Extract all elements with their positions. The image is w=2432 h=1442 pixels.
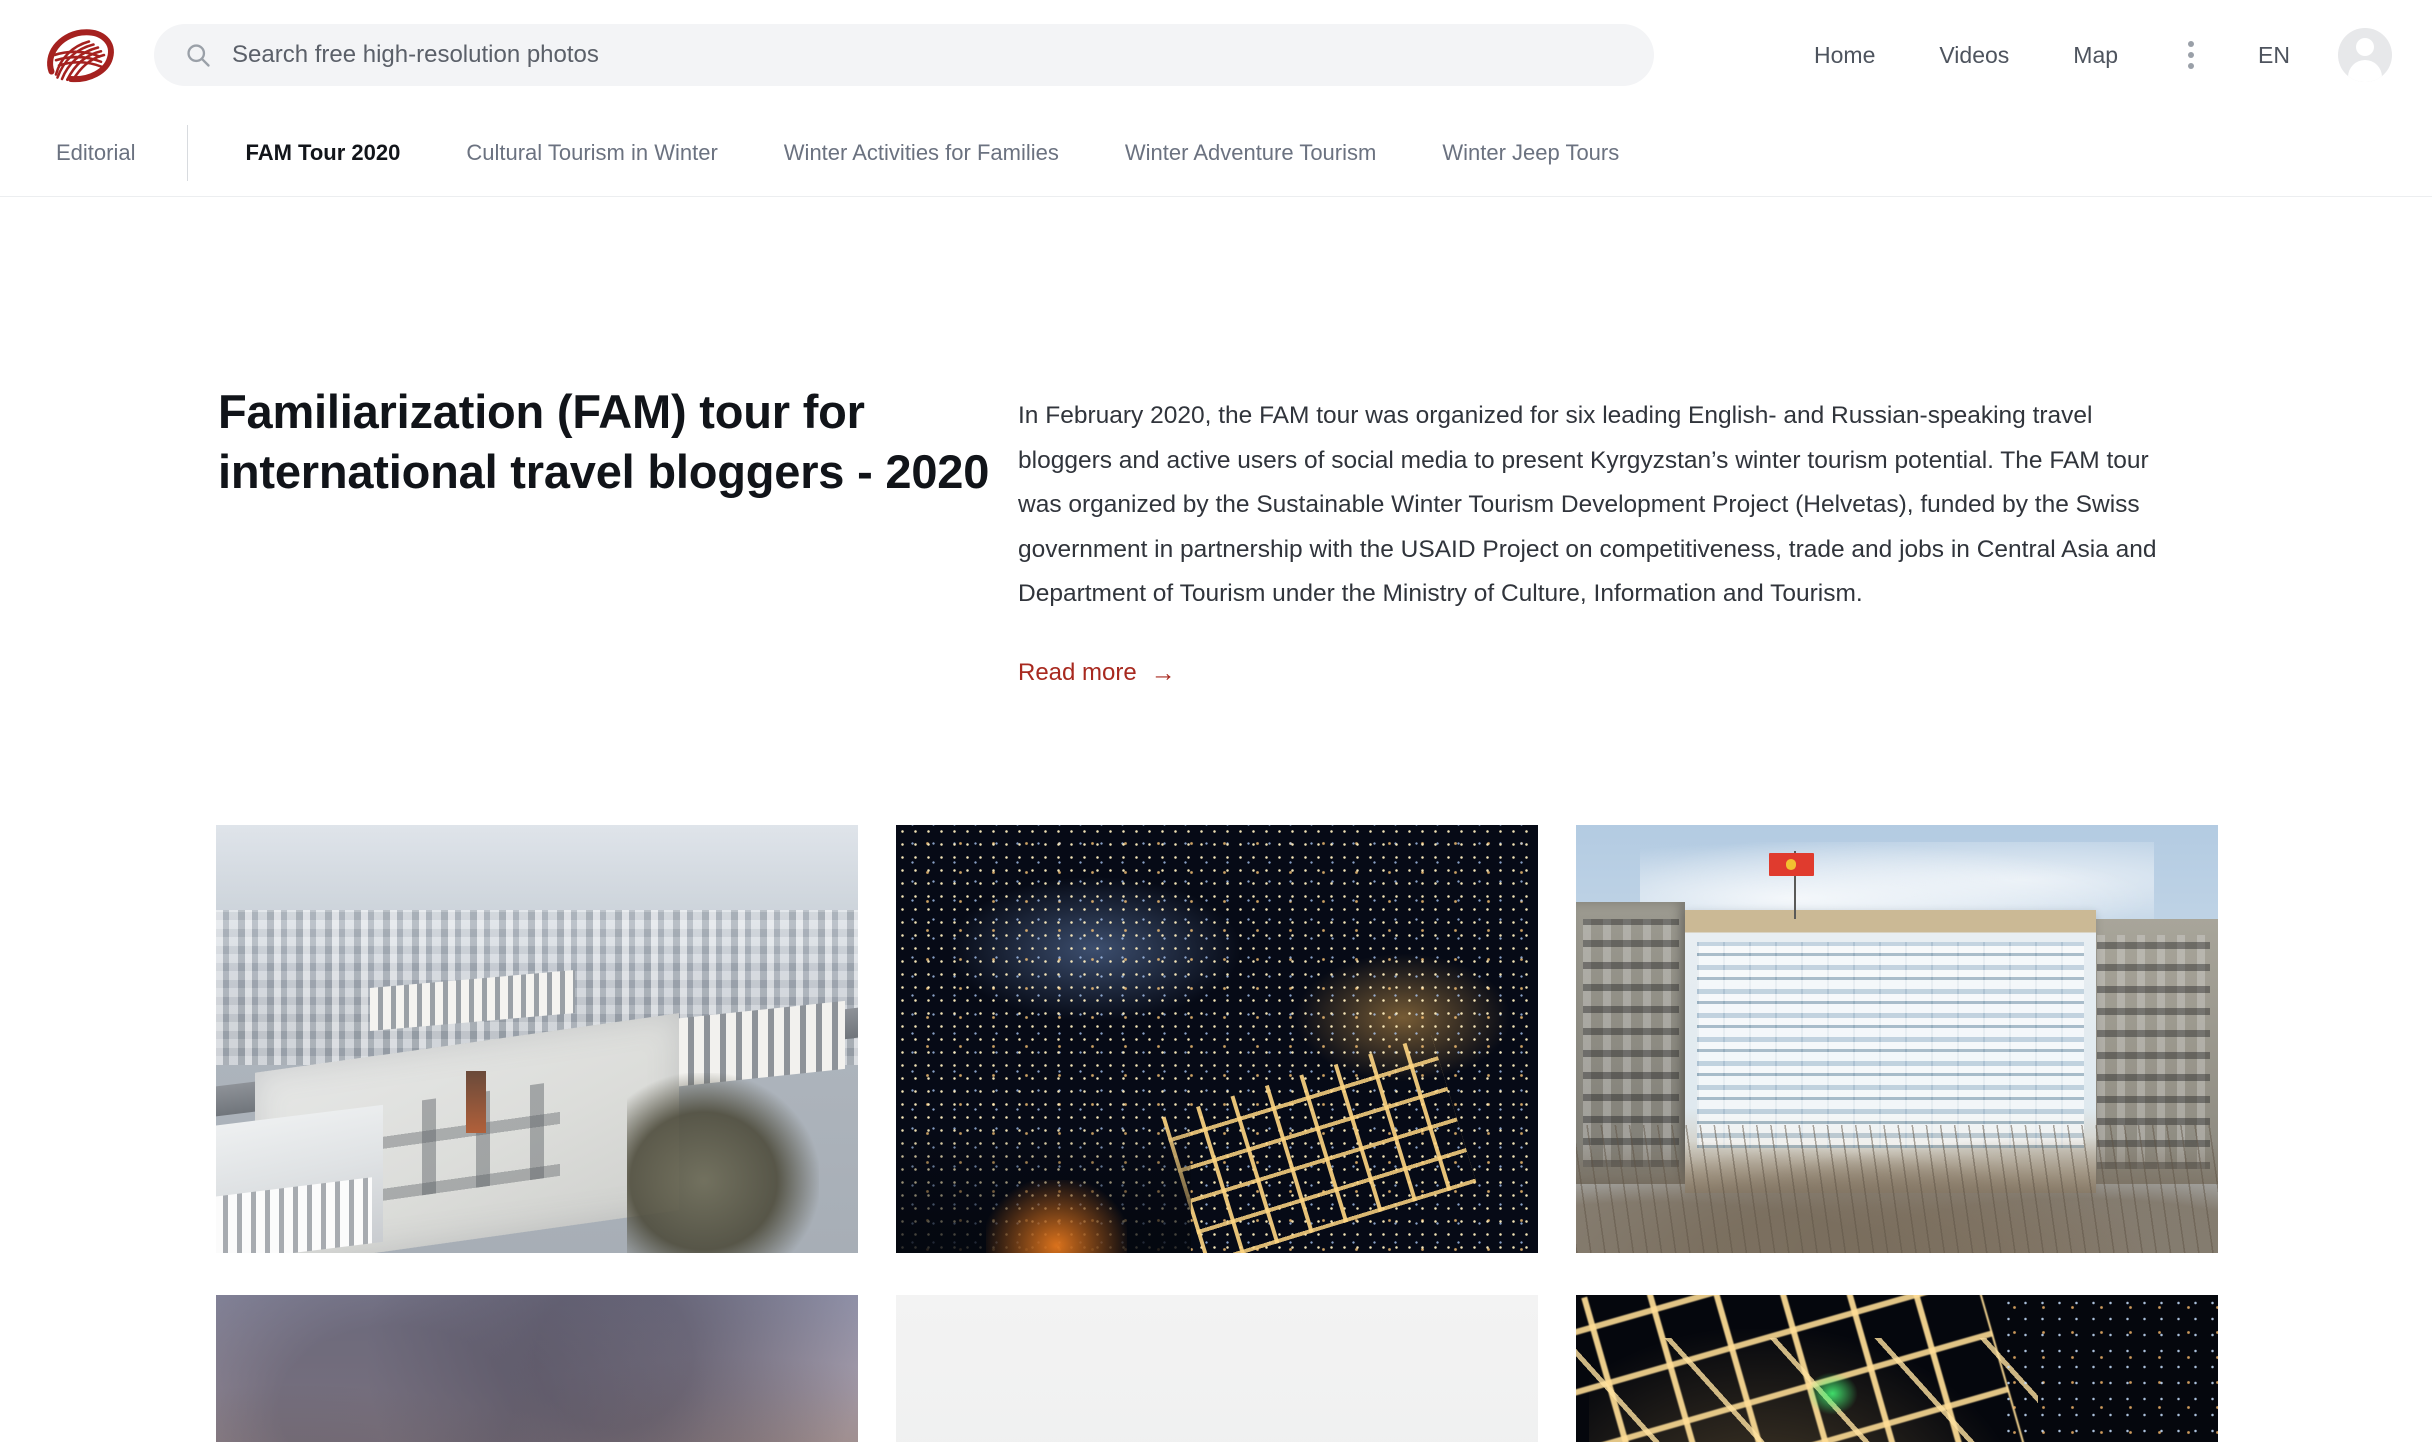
search-bar[interactable] <box>154 24 1654 86</box>
photo-card[interactable] <box>216 824 858 1253</box>
tab-winter-adventure-tourism[interactable]: Winter Adventure Tourism <box>1092 130 1409 176</box>
read-more-link[interactable]: Read more → <box>1018 659 1176 687</box>
nav-videos[interactable]: Videos <box>1907 32 2041 79</box>
kebab-dot <box>2188 63 2195 69</box>
kebab-menu-icon[interactable] <box>2164 28 2218 82</box>
arrow-right-icon: → <box>1150 659 1176 688</box>
photo-card[interactable] <box>1576 824 2218 1253</box>
header-nav: Home Videos Map EN <box>1782 28 2392 82</box>
photo-card[interactable] <box>896 824 1538 1253</box>
subnav-tabs: FAM Tour 2020 Cultural Tourism in Winter… <box>188 130 1652 176</box>
article-body-column: In February 2020, the FAM tour was organ… <box>1018 382 2168 687</box>
photo-hazy-skyline <box>896 1294 1538 1442</box>
photo-gallery-grid <box>216 824 2220 1442</box>
search-input[interactable] <box>232 41 1624 69</box>
photo-card[interactable] <box>1576 1294 2218 1442</box>
nav-map[interactable]: Map <box>2041 32 2150 79</box>
user-avatar-icon[interactable] <box>2338 28 2392 82</box>
photo-card[interactable] <box>896 1294 1538 1442</box>
photo-night-city-aerial <box>896 824 1538 1253</box>
photo-apartment-block-flag <box>1576 824 2218 1253</box>
article-paragraph: In February 2020, the FAM tour was organ… <box>1018 402 2157 608</box>
tab-cultural-tourism-in-winter[interactable]: Cultural Tourism in Winter <box>433 130 750 176</box>
kebab-dot <box>2188 52 2195 58</box>
tunduk-logo[interactable] <box>42 25 118 85</box>
read-more-label: Read more <box>1018 658 1137 686</box>
article-intro: Familiarization (FAM) tour for internati… <box>0 197 2432 687</box>
subnav-section-editorial[interactable]: Editorial <box>56 140 187 166</box>
subnav: Editorial FAM Tour 2020 Cultural Tourism… <box>0 110 2432 197</box>
photo-card[interactable] <box>216 1294 858 1442</box>
photo-aerial-daytime-square <box>216 824 858 1253</box>
language-selector[interactable]: EN <box>2232 32 2316 79</box>
tab-winter-jeep-tours[interactable]: Winter Jeep Tours <box>1409 130 1652 176</box>
tab-fam-tour-2020[interactable]: FAM Tour 2020 <box>212 130 433 176</box>
photo-sunset-statue-silhouette <box>216 1294 858 1442</box>
kebab-dot <box>2188 41 2195 47</box>
main-content: Familiarization (FAM) tour for internati… <box>0 197 2432 1442</box>
page-title: Familiarization (FAM) tour for internati… <box>218 385 990 499</box>
top-header: Home Videos Map EN <box>0 0 2432 110</box>
photo-night-illuminated-park <box>1576 1294 2218 1442</box>
nav-home[interactable]: Home <box>1782 32 1907 79</box>
tab-winter-activities-families[interactable]: Winter Activities for Families <box>751 130 1092 176</box>
search-icon <box>187 44 210 67</box>
